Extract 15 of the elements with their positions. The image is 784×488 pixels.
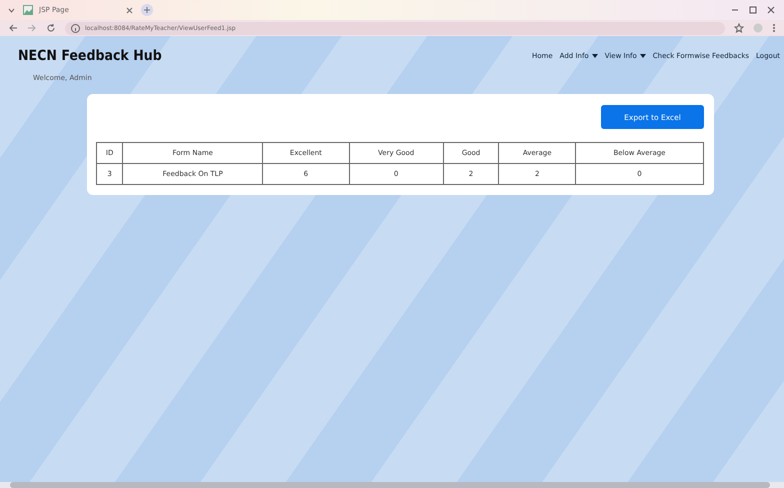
caret-icon — [640, 54, 646, 58]
scrollbar[interactable] — [0, 482, 784, 488]
brand-title: NECN Feedback Hub — [18, 48, 162, 64]
image-icon — [23, 5, 33, 15]
restore-icon[interactable] — [748, 5, 758, 15]
plus-icon[interactable] — [141, 4, 153, 16]
close-icon[interactable] — [766, 5, 776, 15]
star-icon[interactable] — [734, 23, 744, 33]
close-icon[interactable] — [126, 6, 133, 14]
caret-icon — [592, 54, 598, 58]
chevron-icon[interactable] — [8, 8, 15, 12]
back-icon[interactable] — [8, 23, 18, 33]
info-icon — [71, 24, 80, 32]
reload-icon[interactable] — [46, 23, 56, 33]
more-icon[interactable] — [772, 23, 776, 33]
